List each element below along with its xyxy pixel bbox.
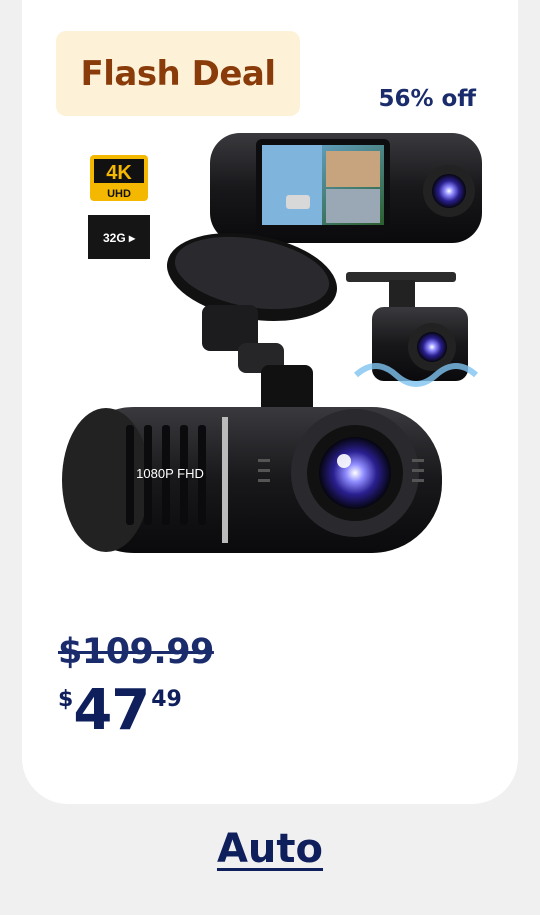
4k-uhd-icon: 4K UHD (90, 155, 148, 201)
flash-deal-label: Flash Deal (80, 53, 276, 94)
product-image[interactable]: 4K UHD 32G ▸ 1080P FHD (56, 125, 486, 565)
dash-camera-image: 1080P FHD (62, 407, 442, 553)
rear-camera-unit (346, 272, 479, 387)
price-currency: $ (58, 687, 74, 712)
discount-label: 56% off (378, 86, 477, 112)
was-price: $109.99 (58, 632, 214, 672)
category-link-auto[interactable]: Auto (0, 826, 540, 872)
price-cents: 49 (151, 687, 182, 712)
price-whole: 47 (73, 678, 150, 743)
svg-text:4K: 4K (106, 162, 132, 184)
sd-card-icon: 32G ▸ (88, 215, 150, 259)
current-price: $ 47 49 (58, 683, 182, 739)
flash-deal-badge: Flash Deal (56, 31, 300, 116)
svg-text:1080P FHD: 1080P FHD (136, 466, 204, 481)
suction-mount (166, 233, 338, 423)
svg-text:UHD: UHD (107, 188, 131, 200)
svg-text:32G ▸: 32G ▸ (103, 231, 136, 245)
front-camera-unit (210, 133, 482, 243)
